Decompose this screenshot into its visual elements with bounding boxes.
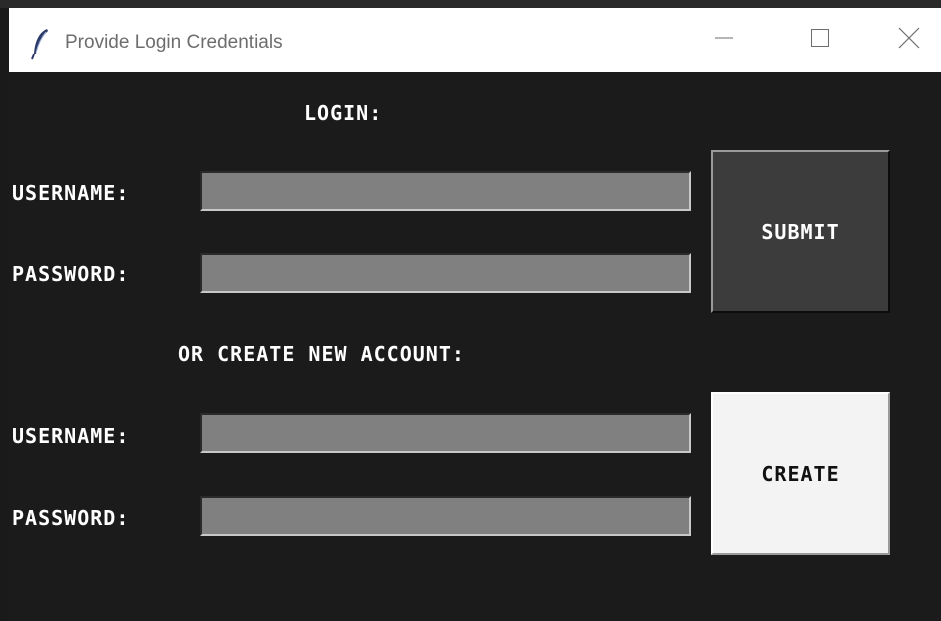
minimize-button[interactable]	[692, 8, 756, 72]
create-account-heading: OR CREATE NEW ACCOUNT:	[178, 342, 465, 366]
create-button[interactable]: CREATE	[711, 392, 890, 555]
window-title: Provide Login Credentials	[65, 32, 283, 53]
close-button[interactable]	[877, 8, 941, 72]
login-username-label: USERNAME:	[12, 181, 130, 205]
maximize-button[interactable]	[788, 8, 852, 72]
close-icon	[898, 27, 920, 53]
window-left-border	[0, 8, 9, 621]
login-password-field[interactable]	[200, 253, 691, 293]
login-heading: LOGIN:	[304, 101, 383, 125]
submit-button-label: SUBMIT	[761, 219, 840, 244]
feather-icon	[31, 28, 51, 60]
create-password-label: PASSWORD:	[12, 506, 130, 530]
login-password-label: PASSWORD:	[12, 262, 130, 286]
maximize-icon	[810, 28, 830, 52]
login-username-field[interactable]	[200, 171, 691, 211]
create-password-field[interactable]	[200, 496, 691, 536]
minimize-icon	[714, 28, 734, 52]
create-username-label: USERNAME:	[12, 424, 130, 448]
login-window: Provide Login Credentials LOGIN: USERNAM…	[0, 0, 941, 621]
submit-button[interactable]: SUBMIT	[711, 150, 890, 313]
create-username-field[interactable]	[200, 413, 691, 453]
window-top-border	[0, 0, 941, 8]
create-button-label: CREATE	[761, 461, 840, 486]
